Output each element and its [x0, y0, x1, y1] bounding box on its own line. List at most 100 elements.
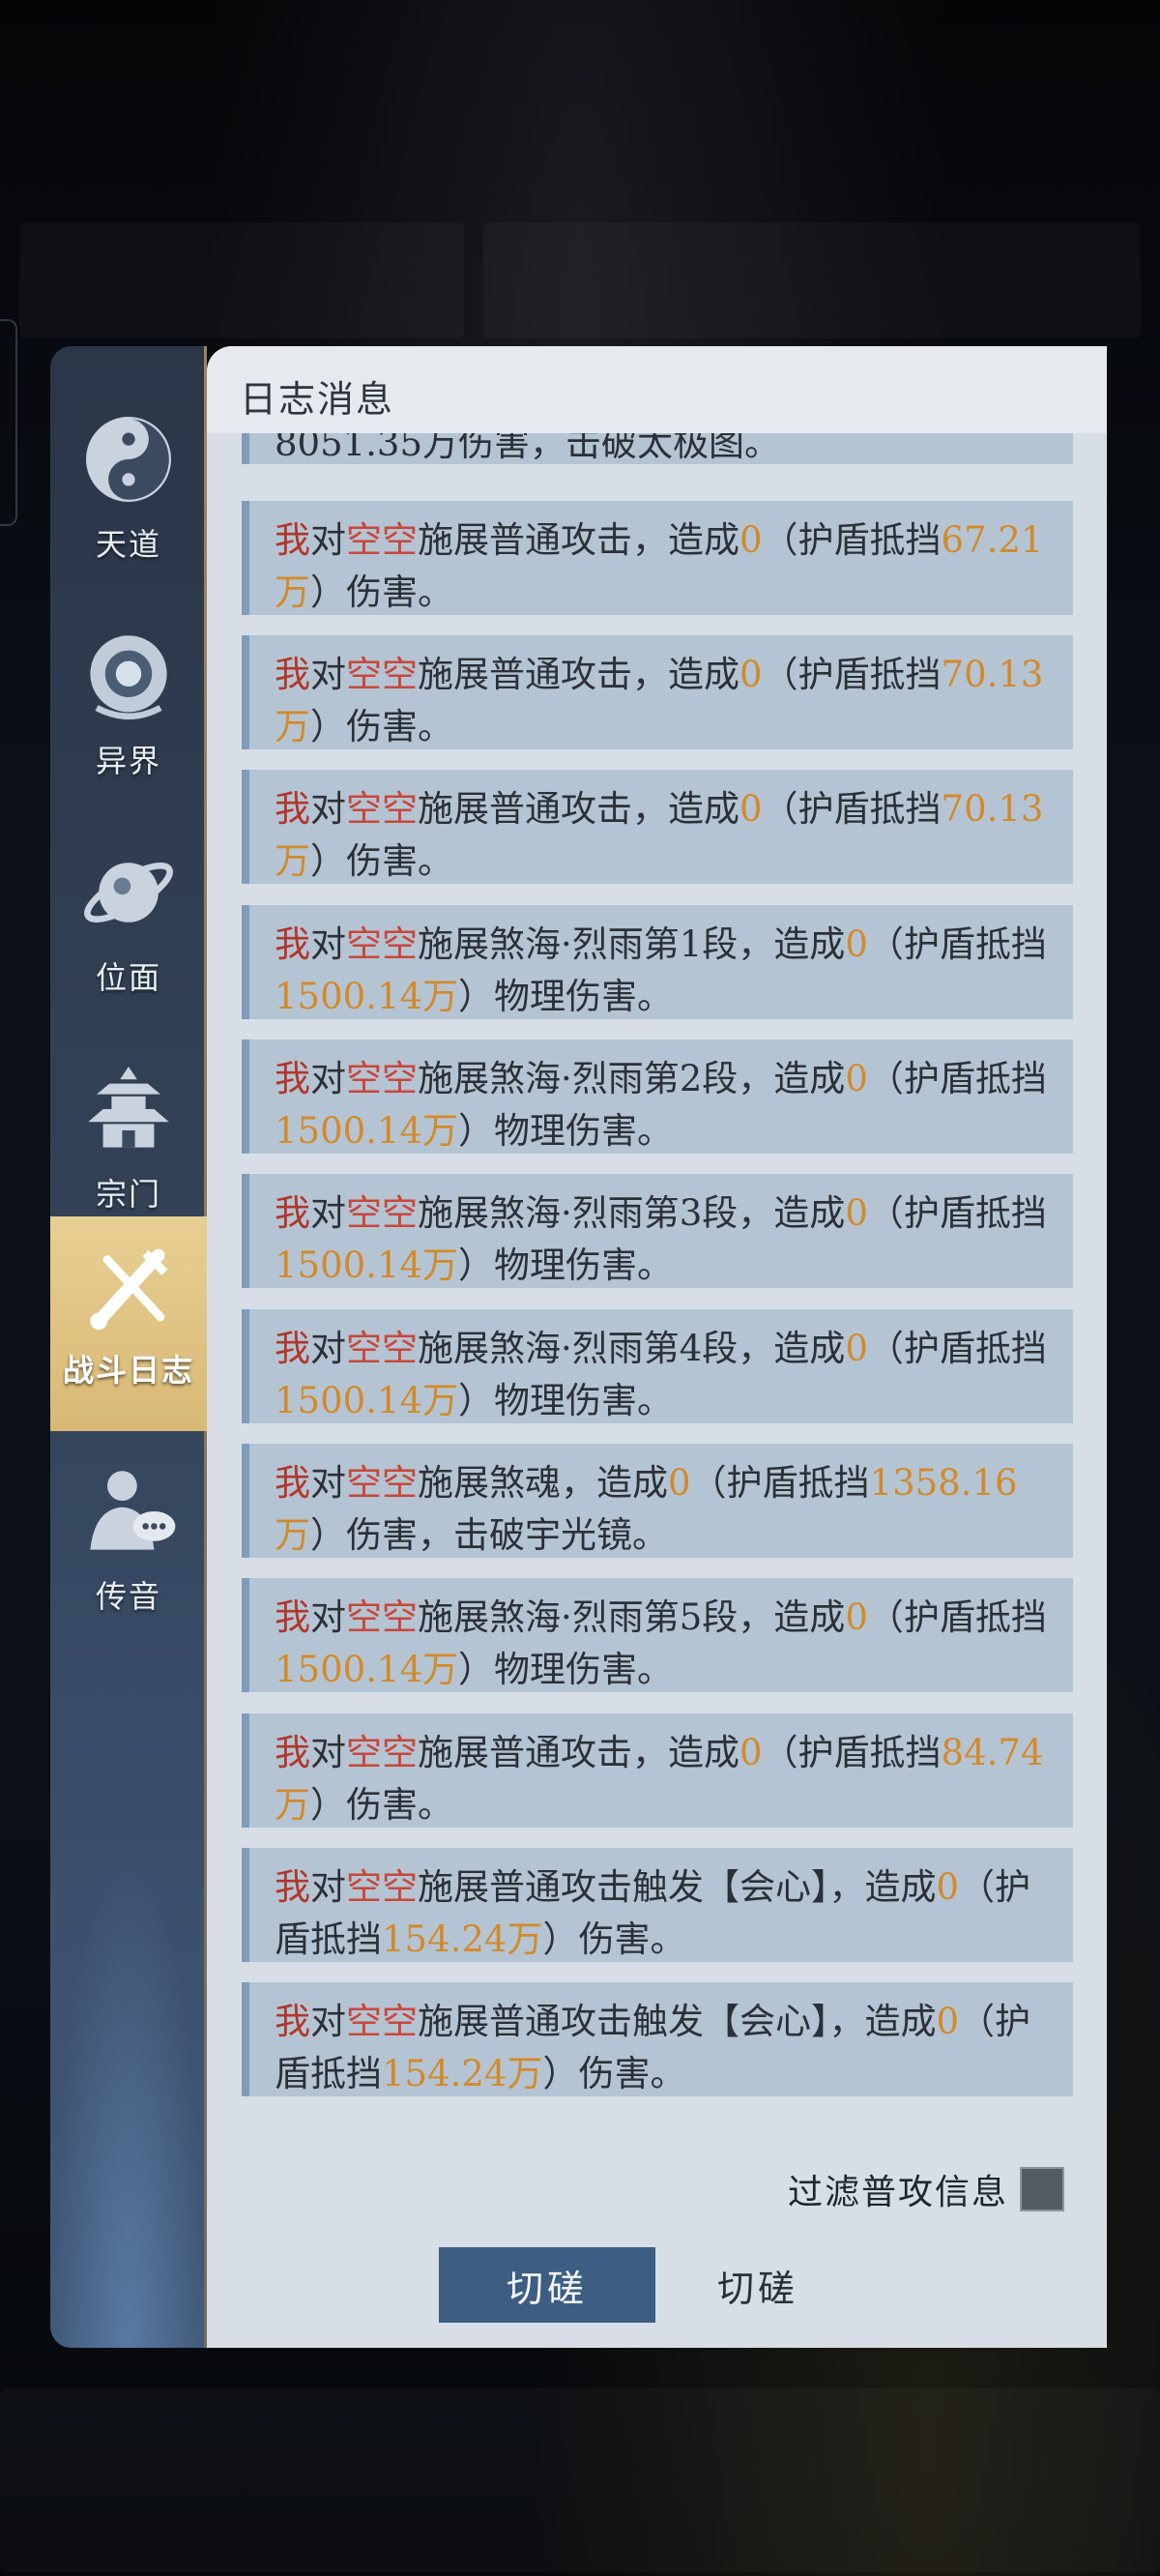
- action-text: 施展普通攻击触发【会心】，造成: [418, 2001, 937, 2042]
- log-entry: 我对空空施展普通攻击，造成0（护盾抵挡84.74万）伤害。: [242, 1713, 1073, 1828]
- result-text: ）伤害。: [310, 1784, 453, 1826]
- action-text: 施展煞海·烈雨第3段，造成: [418, 1192, 846, 1234]
- result-text: ）物理伤害。: [458, 976, 674, 1017]
- log-entry: 我对空空施展煞海·烈雨第4段，造成0（护盾抵挡 1500.14万）物理伤害。: [242, 1309, 1073, 1423]
- shield-text: （护盾抵挡: [867, 1596, 1047, 1638]
- planet-icon: [84, 863, 173, 922]
- shield-value: 1500.14万: [275, 1380, 459, 1421]
- log-text: 8051.35万伤害，击破太极图。: [275, 433, 781, 464]
- target-name: 空空: [346, 1462, 418, 1504]
- result-text: ）伤害。: [310, 571, 453, 613]
- portal-orb-icon: [90, 635, 167, 719]
- action-text: 施展普通攻击，造成: [418, 788, 740, 830]
- damage-value: 0: [740, 1732, 763, 1773]
- sidebar-item-chuanyin[interactable]: 传音: [50, 1443, 207, 1655]
- verb-text: 对: [310, 1328, 346, 1369]
- target-name: 空空: [346, 923, 418, 965]
- verb-text: 对: [310, 788, 346, 830]
- result-text: ）伤害。: [310, 706, 453, 747]
- shield-text: （护盾抵挡: [867, 923, 1047, 965]
- sidebar-item-label: 位面: [95, 959, 161, 996]
- verb-text: 对: [310, 1596, 346, 1638]
- damage-value: 0: [740, 654, 763, 695]
- shield-value: 1500.14万: [275, 1244, 459, 1286]
- action-text: 施展煞海·烈雨第2段，造成: [418, 1058, 846, 1099]
- verb-text: 对: [310, 654, 346, 695]
- log-entry: 我对空空施展普通攻击，造成0（护盾抵挡67.21万）伤害。: [242, 501, 1073, 615]
- sidebar-item-label: 传音: [95, 1578, 161, 1615]
- action-text: 施展煞海·烈雨第4段，造成: [418, 1328, 846, 1369]
- log-list[interactable]: 8051.35万伤害，击破太极图。我对空空施展普通攻击，造成0（护盾抵挡67.2…: [242, 433, 1073, 2096]
- target-name: 空空: [346, 1866, 418, 1908]
- log-entry: 我对空空施展煞魂，造成0（护盾抵挡1358.16万）伤害，击破宇光镜。: [242, 1444, 1073, 1558]
- self-name: 我: [275, 1732, 310, 1773]
- verb-text: 对: [310, 1732, 346, 1773]
- target-name: 空空: [346, 1328, 418, 1369]
- shield-value: 1500.14万: [275, 1649, 459, 1690]
- result-text: ）伤害。: [542, 2053, 686, 2094]
- background-panel: [0, 2388, 1160, 2572]
- log-window: 天道 异界 位面 宗门 战斗日志 传音 日志消息 8051.35万伤害，击破太极…: [50, 346, 1107, 2348]
- sidebar: 天道 异界 位面 宗门 战斗日志 传音: [50, 346, 226, 2348]
- verb-text: 对: [310, 1462, 346, 1504]
- self-name: 我: [275, 519, 310, 561]
- shield-value: 154.24万: [382, 2053, 543, 2094]
- shield-text: （护盾抵挡: [762, 1732, 942, 1773]
- target-name: 空空: [346, 1596, 418, 1638]
- shield-text: （护盾抵挡: [690, 1462, 870, 1504]
- log-entry: 我对空空施展普通攻击，造成0（护盾抵挡70.13万）伤害。: [242, 770, 1073, 884]
- tab-spar[interactable]: 切磋: [650, 2247, 866, 2323]
- shield-value: 1500.14万: [275, 1110, 459, 1152]
- damage-value: 0: [936, 2001, 960, 2042]
- sidebar-item-yijie[interactable]: 异界: [50, 607, 207, 820]
- panel-header: 日志消息: [207, 346, 1107, 433]
- verb-text: 对: [310, 1866, 346, 1908]
- self-name: 我: [275, 1058, 310, 1099]
- shield-text: （护盾抵挡: [867, 1328, 1047, 1369]
- shield-text: （护盾抵挡: [867, 1192, 1047, 1234]
- tab-spar-active[interactable]: 切磋: [439, 2247, 655, 2323]
- action-text: 施展煞海·烈雨第1段，造成: [418, 923, 846, 965]
- target-name: 空空: [346, 1732, 418, 1773]
- result-text: ）物理伤害。: [458, 1244, 674, 1286]
- shield-value: 1500.14万: [275, 976, 459, 1017]
- page-title: 日志消息: [240, 378, 395, 421]
- filter-label: 过滤普攻信息: [787, 2173, 1008, 2212]
- damage-value: 0: [740, 519, 763, 561]
- sidebar-item-label: 天道: [95, 526, 161, 563]
- self-name: 我: [275, 1596, 310, 1638]
- damage-value: 0: [740, 788, 763, 830]
- messenger-icon: [90, 1471, 176, 1550]
- target-name: 空空: [346, 519, 418, 561]
- damage-value: 0: [936, 1866, 960, 1908]
- sidebar-item-tiandao[interactable]: 天道: [50, 391, 207, 603]
- verb-text: 对: [310, 1192, 346, 1234]
- target-name: 空空: [346, 654, 418, 695]
- log-entry: 我对空空施展煞海·烈雨第1段，造成0（护盾抵挡 1500.14万）物理伤害。: [242, 905, 1073, 1019]
- target-name: 空空: [346, 1058, 418, 1099]
- shield-value: 154.24万: [382, 1918, 543, 1960]
- log-entry: 我对空空施展煞海·烈雨第2段，造成0（护盾抵挡 1500.14万）物理伤害。: [242, 1039, 1073, 1154]
- log-panel: 日志消息 8051.35万伤害，击破太极图。 我对空空施展普通攻击，造成0（护盾抵…: [207, 346, 1107, 2348]
- shield-text: （护盾抵挡: [762, 519, 942, 561]
- damage-value: 0: [845, 1192, 868, 1234]
- result-text: ）物理伤害。: [458, 1380, 674, 1421]
- damage-value: 0: [845, 923, 868, 965]
- sidebar-item-label: 宗门: [95, 1176, 161, 1213]
- action-text: 施展普通攻击，造成: [418, 519, 740, 561]
- sidebar-item-label: 异界: [95, 743, 161, 779]
- action-text: 施展煞海·烈雨第5段，造成: [418, 1596, 846, 1638]
- sidebar-item-weimian[interactable]: 位面: [50, 824, 207, 1037]
- sidebar-item-battle-log[interactable]: 战斗日志: [50, 1216, 226, 1431]
- self-name: 我: [275, 2001, 310, 2042]
- edge-frame: [0, 319, 17, 526]
- result-text: ）伤害。: [542, 1918, 686, 1960]
- verb-text: 对: [310, 519, 346, 561]
- log-entry: 我对空空施展普通攻击触发【会心】，造成0（护盾抵挡154.24万）伤害。: [242, 1982, 1073, 2096]
- filter-checkbox[interactable]: [1020, 2167, 1064, 2211]
- shield-text: （护盾抵挡: [762, 654, 942, 695]
- verb-text: 对: [310, 1058, 346, 1099]
- damage-value: 0: [845, 1058, 868, 1099]
- sidebar-item-label: 战斗日志: [62, 1352, 194, 1389]
- action-text: 施展普通攻击触发【会心】，造成: [418, 1866, 937, 1908]
